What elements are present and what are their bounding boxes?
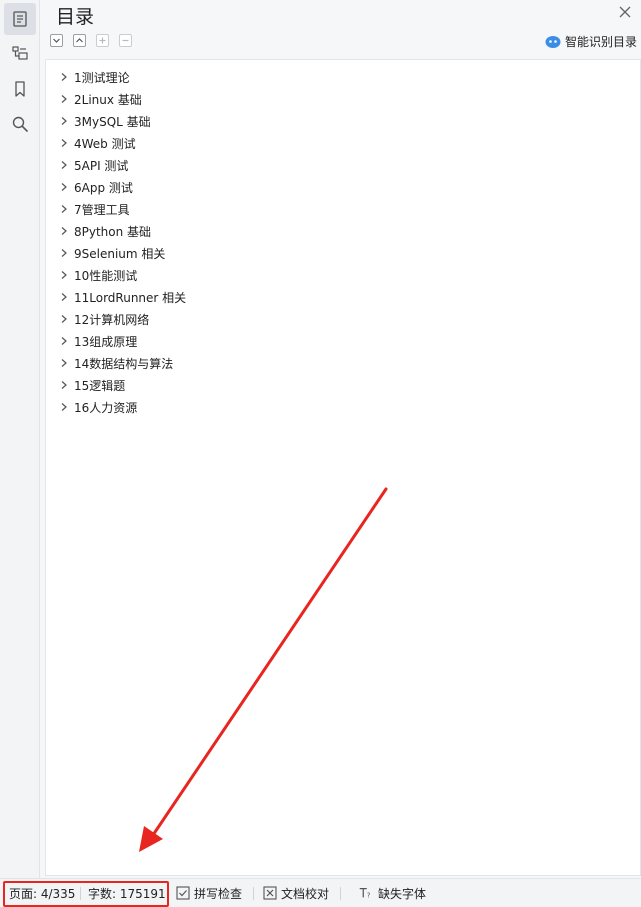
proofread-icon (263, 886, 277, 900)
toc-rail-button[interactable] (4, 3, 36, 35)
toc-toolbar (50, 34, 132, 47)
status-divider (340, 887, 341, 900)
toc-item[interactable]: 13组成原理 (46, 330, 640, 352)
chevron-right-icon[interactable] (59, 116, 69, 126)
bookmark-rail-button[interactable] (4, 73, 36, 105)
toc-item[interactable]: 14数据结构与算法 (46, 352, 640, 374)
chevron-right-icon[interactable] (59, 204, 69, 214)
toc-item[interactable]: 7管理工具 (46, 198, 640, 220)
spellcheck-button[interactable]: 拼写检查 (194, 885, 242, 902)
toc-item-label: 14数据结构与算法 (74, 356, 174, 371)
toc-item[interactable]: 4Web 测试 (46, 132, 640, 154)
chevron-right-icon[interactable] (59, 402, 69, 412)
toc-item-label: 9Selenium 相关 (74, 246, 166, 261)
toc-item[interactable]: 16人力资源 (46, 396, 640, 418)
toc-item-label: 3MySQL 基础 (74, 114, 151, 129)
toc-panel: 目录 智能识别目录 1测试理论 2Linux 基础 3MySQL 基础 4Web… (40, 0, 641, 878)
toc-item-label: 13组成原理 (74, 334, 138, 349)
chevron-right-icon[interactable] (59, 248, 69, 258)
toc-item-label: 8Python 基础 (74, 224, 152, 239)
left-rail (0, 0, 40, 878)
chevron-right-icon[interactable] (59, 380, 69, 390)
proofread-button[interactable]: 文档校对 (281, 885, 329, 902)
outline-rail-button[interactable] (4, 37, 36, 69)
toc-item[interactable]: 6App 测试 (46, 176, 640, 198)
panel-title: 目录 (56, 6, 95, 28)
chevron-right-icon[interactable] (59, 72, 69, 82)
toc-item-label: 16人力资源 (74, 400, 138, 415)
chevron-right-icon[interactable] (59, 226, 69, 236)
toc-item-label: 11LordRunner 相关 (74, 290, 187, 305)
toc-item[interactable]: 9Selenium 相关 (46, 242, 640, 264)
svg-text:?: ? (367, 891, 371, 899)
remove-item-icon (122, 39, 129, 42)
toc-item[interactable]: 15逻辑题 (46, 374, 640, 396)
chevron-right-icon[interactable] (59, 160, 69, 170)
smart-recognize-button[interactable]: 智能识别目录 (545, 33, 637, 50)
toc-item-label: 10性能测试 (74, 268, 138, 283)
chevron-right-icon[interactable] (59, 182, 69, 192)
spellcheck-icon (176, 886, 190, 900)
collapse-all-icon (76, 38, 83, 43)
search-icon (12, 116, 28, 132)
chevron-right-icon[interactable] (59, 94, 69, 104)
toc-item[interactable]: 3MySQL 基础 (46, 110, 640, 132)
toc-item-label: 5API 测试 (74, 158, 129, 173)
expand-all-button[interactable] (50, 34, 63, 47)
smart-toc-icon (545, 35, 561, 48)
toc-item[interactable]: 12计算机网络 (46, 308, 640, 330)
missing-font-icon: ? (359, 888, 371, 899)
outline-icon (12, 46, 28, 60)
toc-item[interactable]: 5API 测试 (46, 154, 640, 176)
toc-item-label: 12计算机网络 (74, 312, 150, 327)
remove-item-button[interactable] (119, 34, 132, 47)
toc-item-label: 15逻辑题 (74, 378, 126, 393)
toc-item[interactable]: 11LordRunner 相关 (46, 286, 640, 308)
status-divider (253, 887, 254, 900)
toc-item-label: 1测试理论 (74, 70, 130, 85)
chevron-right-icon[interactable] (59, 138, 69, 148)
toc-item-label: 7管理工具 (74, 202, 130, 217)
chevron-right-icon[interactable] (59, 314, 69, 324)
toc-item[interactable]: 10性能测试 (46, 264, 640, 286)
status-bar: 页面: 4/335 字数: 175191 拼写检查 文档校对 ? 缺失字体 (0, 878, 641, 907)
missing-fonts-button[interactable]: 缺失字体 (378, 885, 426, 902)
add-item-icon (99, 37, 106, 44)
highlight-box (3, 881, 169, 907)
add-item-button[interactable] (96, 34, 109, 47)
collapse-all-button[interactable] (73, 34, 86, 47)
toc-item-label: 2Linux 基础 (74, 92, 142, 107)
toc-list: 1测试理论 2Linux 基础 3MySQL 基础 4Web 测试 5API 测… (46, 60, 640, 418)
smart-recognize-label: 智能识别目录 (564, 35, 637, 49)
toc-item-label: 4Web 测试 (74, 136, 136, 151)
chevron-right-icon[interactable] (59, 358, 69, 368)
search-rail-button[interactable] (4, 108, 36, 140)
toc-item-label: 6App 测试 (74, 180, 133, 195)
chevron-right-icon[interactable] (59, 336, 69, 346)
expand-all-icon (53, 38, 60, 43)
toc-icon (13, 11, 27, 27)
chevron-right-icon[interactable] (59, 270, 69, 280)
bookmark-icon (15, 81, 25, 97)
toc-item[interactable]: 1测试理论 (46, 66, 640, 88)
toc-item[interactable]: 8Python 基础 (46, 220, 640, 242)
toc-tree: 1测试理论 2Linux 基础 3MySQL 基础 4Web 测试 5API 测… (45, 59, 641, 876)
toc-item[interactable]: 2Linux 基础 (46, 88, 640, 110)
close-icon[interactable] (617, 4, 633, 20)
chevron-right-icon[interactable] (59, 292, 69, 302)
